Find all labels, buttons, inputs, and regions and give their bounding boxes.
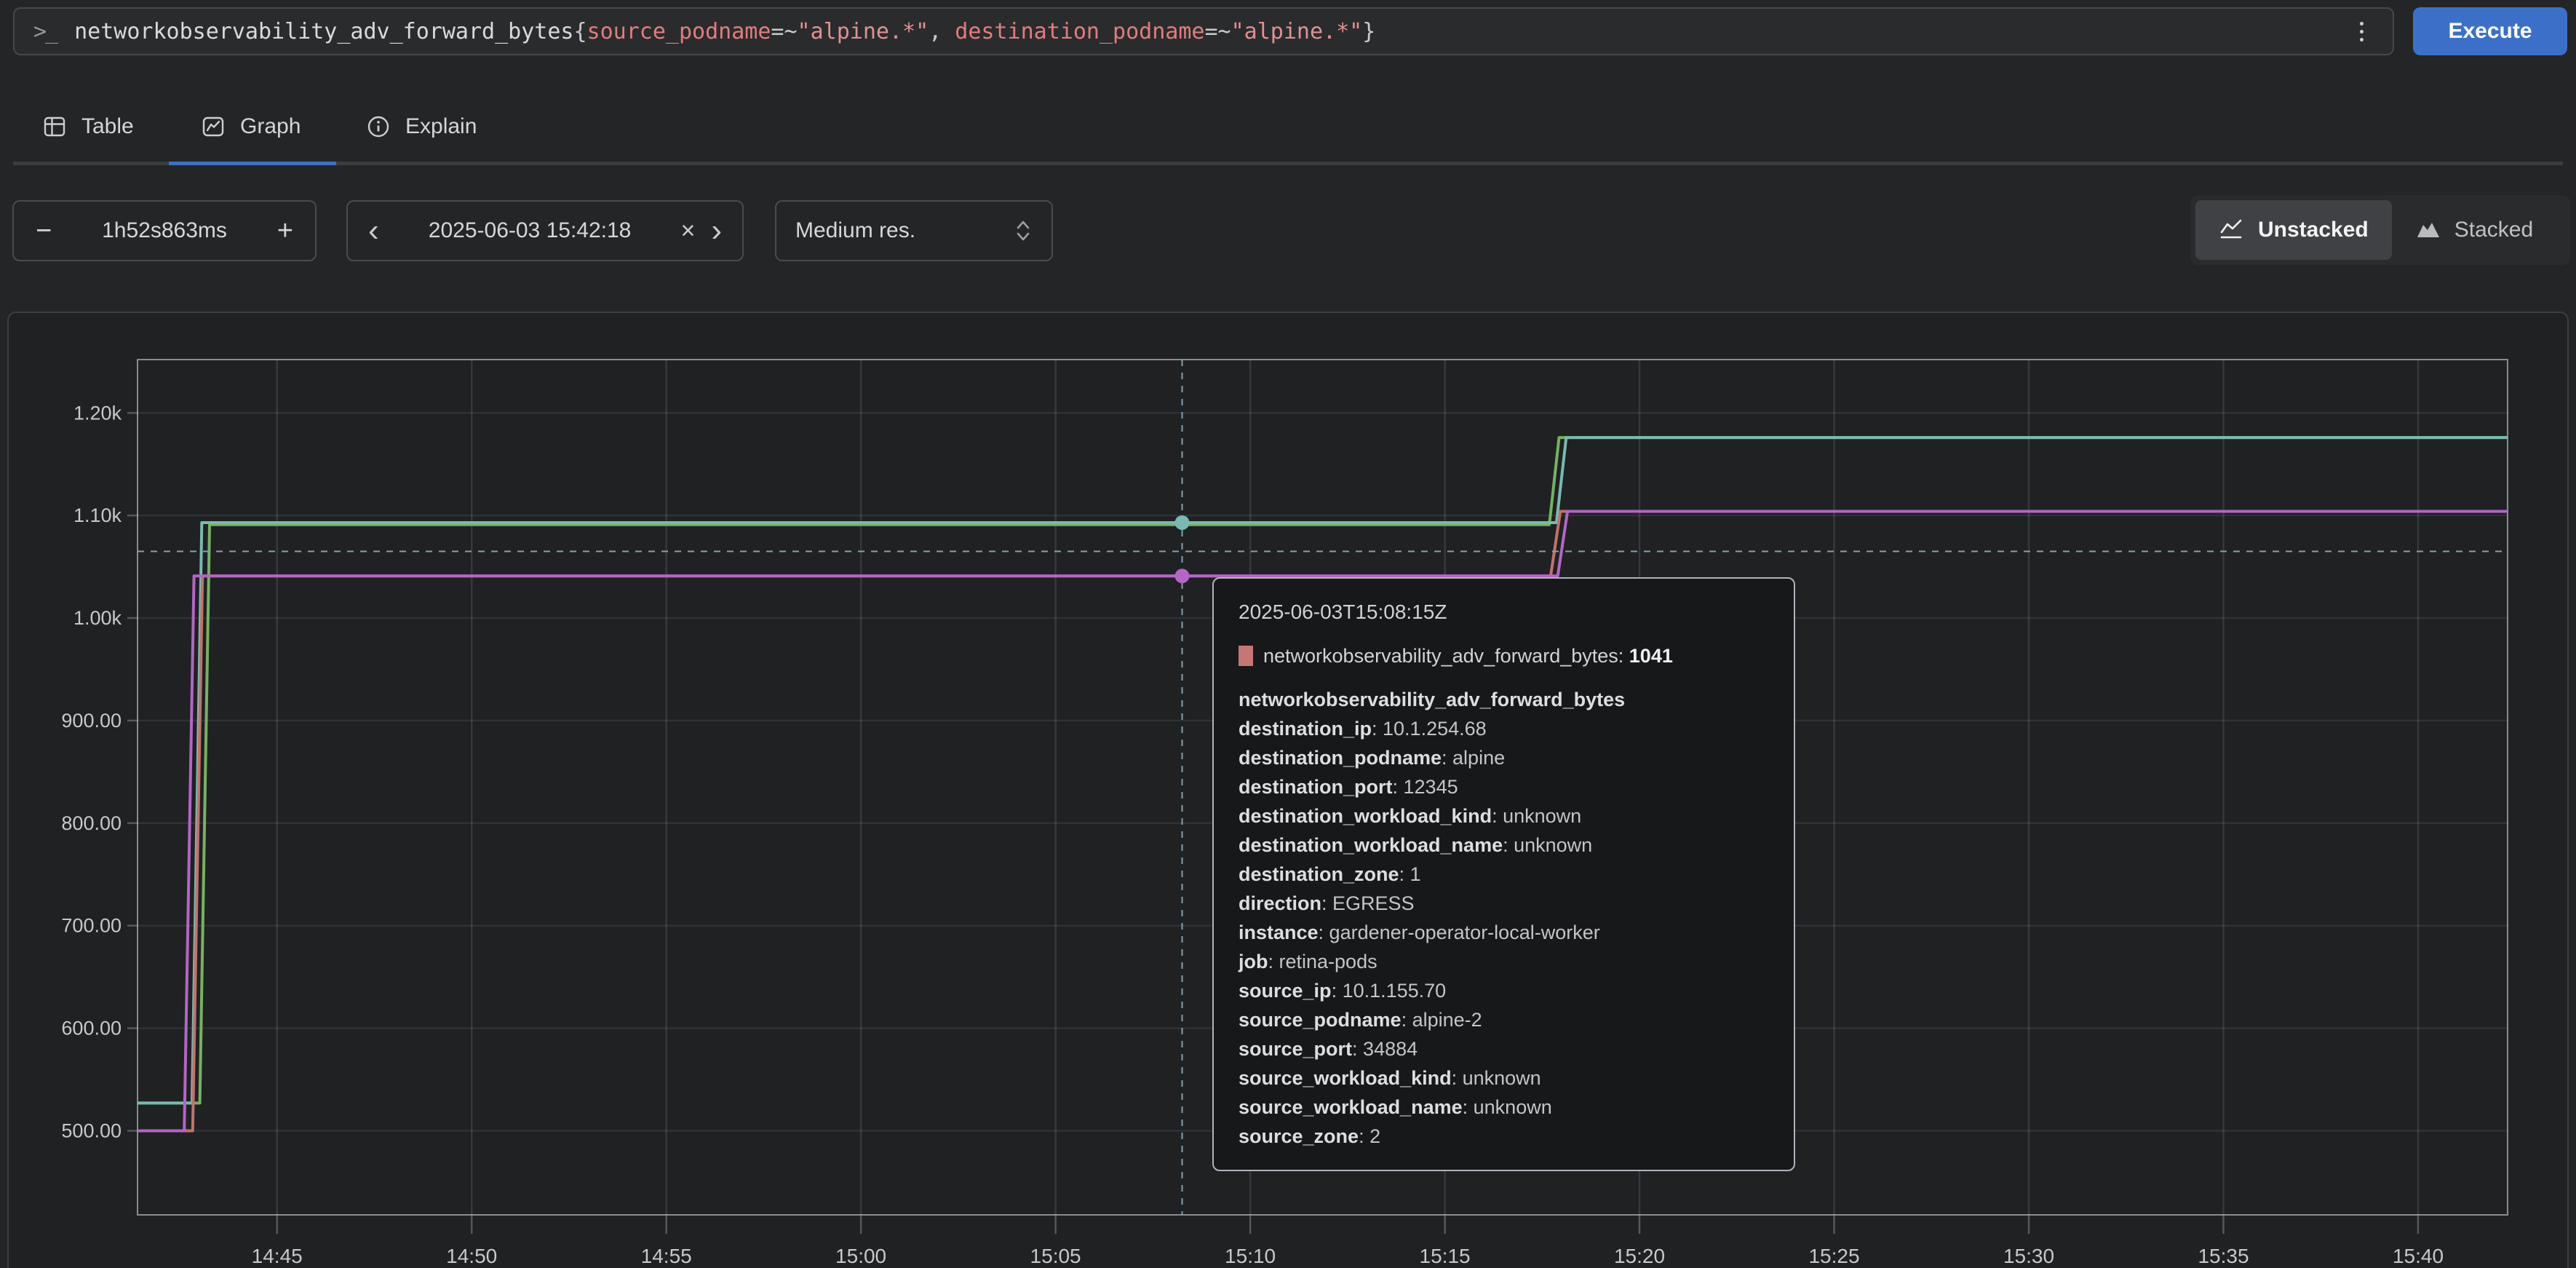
x-tick-label: 15:20 — [1614, 1245, 1665, 1267]
y-tick-label: 1.20k — [73, 402, 122, 424]
hover-point-purple — [1175, 568, 1190, 583]
tab-explain-label: Explain — [405, 114, 477, 139]
tooltip-series-value: 1041 — [1629, 641, 1673, 670]
tooltip-metric-name: networkobservability_adv_forward_bytes — [1239, 685, 1769, 714]
x-tick-label: 15:15 — [1420, 1245, 1471, 1267]
query-input[interactable]: >_ networkobservability_adv_forward_byte… — [13, 7, 2394, 55]
x-tick-label: 15:05 — [1030, 1245, 1081, 1267]
datetime-picker[interactable]: ‹ 2025-06-03 15:42:18 × › — [346, 200, 744, 261]
series-color-swatch — [1239, 646, 1253, 666]
stacking-unstacked-label: Unstacked — [2258, 218, 2369, 242]
stacking-option-stacked[interactable]: Stacked — [2392, 200, 2556, 260]
tooltip-label-row: source_workload_name: unknown — [1239, 1093, 1769, 1122]
tooltip-label-row: destination_workload_name: unknown — [1239, 831, 1769, 860]
x-tick-label: 15:30 — [2003, 1245, 2054, 1267]
resolution-select[interactable]: Medium res. — [775, 200, 1053, 261]
x-tick-label: 15:00 — [835, 1245, 886, 1267]
tab-active-indicator — [169, 162, 336, 165]
query-token-punc: , — [929, 19, 955, 44]
tab-graph[interactable]: Graph — [201, 103, 301, 150]
y-tick-label: 600.00 — [61, 1018, 122, 1039]
query-token-punc: { — [573, 19, 587, 44]
tooltip-label-row: destination_workload_kind: unknown — [1239, 801, 1769, 831]
query-token-label: source_podname — [587, 19, 771, 44]
tooltip-series-colon: : — [1618, 641, 1629, 670]
tooltip-label-row: source_workload_kind: unknown — [1239, 1063, 1769, 1093]
y-tick-label: 500.00 — [61, 1120, 122, 1142]
query-token-string: "alpine.*" — [1231, 19, 1363, 44]
chart-icon — [201, 114, 226, 139]
range-increase-button[interactable]: + — [277, 217, 293, 245]
query-expression[interactable]: networkobservability_adv_forward_bytes{s… — [74, 19, 2350, 44]
tooltip-label-row: job: retina-pods — [1239, 947, 1769, 976]
graph-panel: 14:45 14:50 14:55 15:00 15:05 15:10 15:15 15:20… — [7, 312, 2569, 1268]
x-tick-label: 15:25 — [1808, 1245, 1859, 1267]
stacking-toggle: Unstacked Stacked — [2190, 195, 2570, 265]
tooltip-series-row: networkobservability_adv_forward_bytes: … — [1239, 641, 1769, 670]
range-input[interactable]: − 1h52s863ms + — [12, 200, 317, 261]
tooltip-label-row: destination_podname: alpine — [1239, 743, 1769, 772]
query-token-metric: networkobservability_adv_forward_bytes — [74, 19, 573, 44]
query-token-label: destination_podname — [955, 19, 1204, 44]
tab-graph-label: Graph — [240, 114, 301, 139]
select-chevrons-icon — [1014, 218, 1033, 243]
tooltip-timestamp: 2025-06-03T15:08:15Z — [1239, 598, 1769, 627]
tab-explain[interactable]: Explain — [366, 103, 477, 150]
x-tick-label: 15:35 — [2198, 1245, 2249, 1267]
y-tick-label: 1.00k — [73, 607, 122, 629]
info-icon — [366, 114, 391, 139]
range-decrease-button[interactable]: − — [36, 217, 52, 245]
execute-button[interactable]: Execute — [2413, 7, 2567, 55]
tab-table-label: Table — [82, 114, 134, 139]
tooltip-label-row: destination_zone: 1 — [1239, 860, 1769, 889]
x-tick-label: 14:45 — [252, 1245, 303, 1267]
y-tick-label: 1.10k — [73, 504, 122, 526]
x-tick-label: 15:40 — [2393, 1245, 2444, 1267]
hover-point-teal — [1175, 515, 1190, 530]
query-token-string: "alpine.*" — [798, 19, 929, 44]
query-token-op: =~ — [1204, 19, 1231, 44]
tooltip-label-row: direction: EGRESS — [1239, 889, 1769, 918]
tooltip-label-row: instance: gardener-operator-local-worker — [1239, 918, 1769, 947]
tooltip-labels: destination_ip: 10.1.254.68destination_p… — [1239, 714, 1769, 1151]
range-value[interactable]: 1h52s863ms — [102, 218, 227, 243]
datetime-value[interactable]: 2025-06-03 15:42:18 — [395, 218, 665, 243]
tab-underline-track — [13, 162, 2563, 165]
table-icon — [42, 114, 67, 139]
datetime-next-button[interactable]: › — [711, 215, 722, 247]
datetime-prev-button[interactable]: ‹ — [368, 215, 379, 247]
tooltip-label-row: source_podname: alpine-2 — [1239, 1005, 1769, 1034]
tooltip-label-row: source_ip: 10.1.155.70 — [1239, 976, 1769, 1005]
tab-table[interactable]: Table — [42, 103, 134, 150]
stacking-option-unstacked[interactable]: Unstacked — [2195, 200, 2392, 260]
query-token-op: =~ — [771, 19, 797, 44]
tooltip-label-row: source_zone: 2 — [1239, 1122, 1769, 1151]
tooltip-label-row: destination_port: 12345 — [1239, 772, 1769, 801]
terminal-prompt-icon: >_ — [33, 19, 57, 44]
resolution-value: Medium res. — [795, 218, 915, 243]
x-tick-label: 14:50 — [446, 1245, 497, 1267]
chart-tooltip: 2025-06-03T15:08:15Z networkobservabilit… — [1212, 577, 1795, 1171]
tooltip-series-name: networkobservability_adv_forward_bytes — [1263, 641, 1618, 670]
y-tick-label: 800.00 — [61, 812, 122, 834]
tooltip-label-row: destination_ip: 10.1.254.68 — [1239, 714, 1769, 743]
datetime-clear-button[interactable]: × — [680, 217, 695, 245]
query-token-punc: } — [1362, 19, 1375, 44]
unstacked-line-icon — [2219, 218, 2245, 242]
query-menu-button[interactable] — [2350, 16, 2374, 47]
stacking-stacked-label: Stacked — [2454, 218, 2533, 242]
y-tick-label: 900.00 — [61, 710, 122, 732]
x-tick-label: 14:55 — [641, 1245, 692, 1267]
tooltip-label-row: source_port: 34884 — [1239, 1034, 1769, 1063]
stacked-area-icon — [2415, 218, 2441, 242]
x-tick-label: 15:10 — [1225, 1245, 1276, 1267]
y-tick-label: 700.00 — [61, 915, 122, 937]
tab-bar: Table Graph Explain — [0, 95, 2576, 165]
